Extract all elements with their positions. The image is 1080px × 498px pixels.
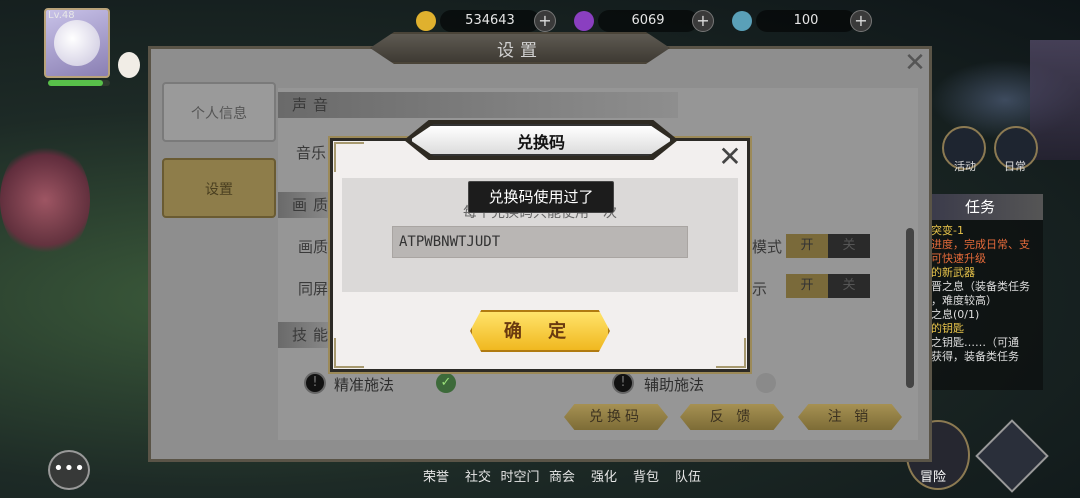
confirm-button[interactable]: 确 定 [470,310,610,352]
background-building [1030,40,1080,160]
quest-line: 晋之息（装备类任务 [931,280,1030,293]
quest-line: 之息(0/1) [931,308,980,321]
quest-line: 获得，装备类任务 [931,350,1019,363]
precise-cast-label: 精准施法 [334,376,395,394]
toggle-off[interactable]: 关 [828,274,870,298]
quest-line: 突变-1 [931,224,964,237]
section-graphics: 画质 [278,192,338,218]
add-gold-button[interactable]: + [534,10,556,32]
bottom-nav-item[interactable]: 商会 [541,466,583,485]
pet-icon[interactable] [118,52,140,78]
quest-line: 之钥匙……（可通 [931,336,1019,349]
quest-list: 突变-1 进度，完成日常、支 可快速升级 的新武器 晋之息（装备类任务 ，难度较高） 之息(… [925,220,1043,368]
corner-ornament [716,338,746,368]
info-icon[interactable]: ! [612,372,634,394]
quest-line: 的钥匙 [931,322,964,335]
resource-energy: 100 + [732,10,872,32]
row-mode-suffix: 模式 [752,238,783,256]
modal-title: 兑换码 [516,133,565,152]
redeem-code-input[interactable]: ATPWBNWTJUDT [392,226,688,258]
section-sound: 声音 [278,92,678,118]
bottom-nav: 荣誉 社交 时空门 商会 强化 背包 队伍 [415,466,709,485]
background-character [0,140,90,260]
assist-cast-radio[interactable] [756,373,776,393]
quest-line: ，难度较高） [931,294,997,307]
settings-scrollbar[interactable] [906,228,914,388]
section-skill: 技能 [278,322,338,348]
redeem-code-button[interactable]: 兑换码 [564,404,668,430]
joystick-icon[interactable] [975,419,1049,493]
bottom-nav-item[interactable]: 背包 [625,466,667,485]
chat-icon: ••• [53,458,85,479]
error-toast: 兑换码使用过了 [468,181,614,213]
row-right-suffix: 示 [752,280,768,298]
quest-header: 任务 [925,194,1043,220]
bottom-nav-item[interactable]: 强化 [583,466,625,485]
corner-ornament [334,142,364,172]
precise-cast-check-icon[interactable]: ✓ [436,373,456,393]
gem-icon [574,11,594,31]
adventure-label: 冒险 [920,470,947,485]
add-gem-button[interactable]: + [692,10,714,32]
quest-line: 进度，完成日常、支 [931,238,1030,251]
settings-close-icon[interactable]: ✕ [898,48,932,78]
tab-settings[interactable]: 设置 [162,158,276,218]
bottom-nav-item[interactable]: 荣誉 [415,466,457,485]
quest-line: 可快速升级 [931,252,986,265]
logout-button[interactable]: 注 销 [798,404,902,430]
modal-close-icon[interactable]: ✕ [712,140,748,176]
toggle-on[interactable]: 开 [786,274,828,298]
corner-ornament [334,338,364,368]
toggle-on[interactable]: 开 [786,234,828,258]
resource-gem: 6069 + [574,10,714,32]
bottom-nav-item[interactable]: 队伍 [667,466,709,485]
energy-value: 100 [756,10,856,32]
player-level: Lv.48 [48,10,75,21]
gold-coin-icon [416,11,436,31]
quest-line: 的新武器 [931,266,975,279]
gold-value: 534643 [440,10,540,32]
row-quality-label: 画质 [298,238,329,256]
avatar-face [54,20,100,66]
bottom-nav-item[interactable]: 社交 [457,466,499,485]
resource-bar: 534643 + 6069 + 100 + [416,8,890,34]
add-energy-button[interactable]: + [850,10,872,32]
assist-cast-label: 辅助施法 [644,376,705,394]
activity-label: 活动 [954,160,976,173]
feedback-button[interactable]: 反 馈 [680,404,784,430]
tab-personal-info[interactable]: 个人信息 [162,82,276,142]
quest-panel[interactable]: 任务 突变-1 进度，完成日常、支 可快速升级 的新武器 晋之息（装备类任务 ，难度较高）… [925,194,1043,390]
energy-icon [732,11,752,31]
bottom-nav-item[interactable]: 时空门 [499,466,541,485]
gem-value: 6069 [598,10,698,32]
daily-label: 日常 [1004,160,1026,173]
info-icon[interactable]: ! [304,372,326,394]
display-toggle[interactable]: 开 关 [786,274,870,298]
chat-button[interactable]: ••• [48,450,90,490]
player-hp-bar [48,80,110,86]
settings-title: 设置 [497,41,543,61]
toggle-off[interactable]: 关 [828,234,870,258]
resource-gold: 534643 + [416,10,556,32]
row-same-screen-label: 同屏 [298,280,329,298]
mode-toggle[interactable]: 开 关 [786,234,870,258]
row-music-label: 音乐 [296,144,327,162]
